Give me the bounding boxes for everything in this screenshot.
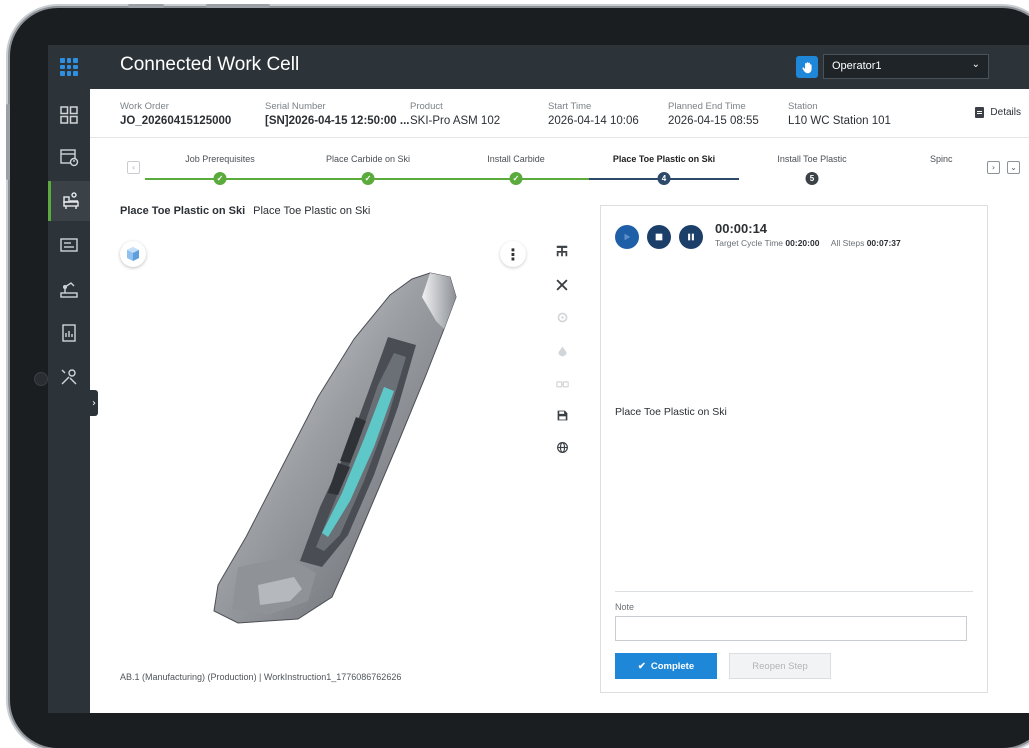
instruction-panel: 00:00:14 Target Cycle Time 00:20:00 All … — [600, 205, 988, 693]
instruction-text: Place Toe Plastic on Ski — [615, 406, 727, 418]
breadcrumb-title: Place Toe Plastic on Ski — [253, 205, 371, 217]
side-button — [6, 104, 10, 180]
work-instruction-footer: AB.1 (Manufacturing) (Production) | Work… — [120, 672, 402, 682]
serial-value: [SN]2026-04-15 12:50:00 ... — [265, 115, 410, 127]
checkmark-icon: ✔ — [637, 660, 646, 672]
rail-dashboard-icon[interactable] — [48, 95, 90, 135]
product-value: SKI-Pro ASM 102 — [410, 115, 501, 127]
rail-expand-chevron-icon[interactable]: › — [90, 390, 98, 416]
steps-dropdown-chevron-icon[interactable]: ⌄ — [1007, 161, 1020, 174]
elapsed-time: 00:00:14 — [715, 221, 768, 236]
step-6-label[interactable]: Spinc — [930, 154, 956, 164]
material-icon — [552, 341, 572, 361]
step-5-label[interactable]: Install Toe Plastic — [777, 154, 846, 164]
work-order-value: JO_20260415125000 — [120, 115, 232, 127]
step-tracker: ‹ Job Prerequisites ✓ Place Carbide on S… — [90, 138, 1029, 188]
station-field: Station L10 WC Station 101 — [788, 101, 891, 127]
work-order-field: Work Order JO_20260415125000 — [120, 101, 231, 127]
steps-prev-chevron-icon[interactable]: ‹ — [127, 161, 140, 174]
planned-end-field: Planned End Time 2026-04-15 08:55 — [668, 101, 759, 127]
step-3-label[interactable]: Install Carbide — [487, 154, 545, 164]
panel-divider — [615, 591, 973, 592]
planned-end-value: 2026-04-15 08:55 — [668, 115, 759, 127]
start-time-label: Start Time — [548, 101, 592, 112]
step-5-number[interactable]: 5 — [805, 172, 819, 185]
structure-icon[interactable] — [552, 241, 572, 261]
product-label: Product — [410, 101, 443, 112]
steps-next-chevron-icon[interactable]: › — [987, 161, 1000, 174]
app-title: Connected Work Cell — [120, 54, 300, 75]
complete-button[interactable]: ✔ Complete — [615, 653, 717, 679]
all-steps-value: 00:07:37 — [866, 238, 901, 248]
ski-3d-model[interactable] — [198, 267, 478, 627]
globe-icon[interactable] — [552, 437, 572, 457]
start-time-field: Start Time 2026-04-14 10:06 — [548, 101, 639, 127]
screen: Connected Work Cell Operator1 ⌄ › Work O… — [48, 45, 1029, 713]
target-cycle-value: 00:20:00 — [785, 238, 820, 248]
operator-name: Operator1 — [832, 60, 882, 72]
play-button[interactable] — [615, 225, 639, 249]
station-label: Station — [788, 101, 818, 112]
serial-field: Serial Number [SN]2026-04-15 12:50:00 ..… — [265, 101, 409, 127]
details-button[interactable]: Details — [975, 107, 1021, 118]
work-order-label: Work Order — [120, 101, 169, 112]
settings-icon — [552, 307, 572, 327]
view-cube-icon[interactable] — [120, 241, 146, 267]
more-options-icon[interactable]: ⋮ — [500, 241, 526, 267]
safety-glasses-icon — [552, 373, 572, 393]
save-icon[interactable] — [552, 405, 572, 425]
station-value: L10 WC Station 101 — [788, 115, 891, 127]
left-rail — [48, 89, 90, 713]
breadcrumb: Place Toe Plastic on Ski Place Toe Plasti… — [120, 205, 370, 217]
rail-robot-icon[interactable] — [48, 269, 90, 309]
all-steps-label: All Steps — [830, 238, 865, 248]
target-cycle-label: Target Cycle Time — [715, 238, 784, 248]
rail-report-icon[interactable] — [48, 313, 90, 353]
pause-button[interactable] — [679, 225, 703, 249]
step-1-label[interactable]: Job Prerequisites — [185, 154, 255, 164]
rail-schedule-icon[interactable] — [48, 137, 90, 177]
planned-end-label: Planned End Time — [668, 101, 746, 112]
operator-select[interactable]: Operator1 ⌄ — [823, 54, 989, 79]
step-4-label[interactable]: Place Toe Plastic on Ski — [613, 154, 715, 164]
step-4-number[interactable]: 4 — [657, 172, 671, 185]
power-button — [206, 4, 270, 8]
step-2-label[interactable]: Place Carbide on Ski — [326, 154, 410, 164]
details-label: Details — [990, 107, 1021, 118]
cycle-timer: 00:00:14 Target Cycle Time 00:20:00 All … — [715, 221, 901, 248]
stop-button[interactable] — [647, 225, 671, 249]
apps-grid-icon[interactable] — [48, 45, 90, 89]
breadcrumb-step: Place Toe Plastic on Ski — [120, 205, 246, 217]
rail-terminal-icon[interactable] — [48, 225, 90, 265]
work-order-header: Work Order JO_20260415125000 Serial Numb… — [90, 89, 1029, 138]
timer-details: Target Cycle Time 00:20:00 All Steps 00:… — [715, 238, 901, 248]
note-input[interactable] — [615, 616, 967, 641]
camera — [34, 372, 48, 386]
note-label: Note — [615, 602, 635, 612]
tools-icon[interactable] — [552, 275, 572, 295]
volume-button — [128, 4, 164, 8]
step-2-check-icon[interactable]: ✓ — [361, 172, 375, 185]
top-bar: Connected Work Cell Operator1 ⌄ — [48, 45, 1029, 89]
rail-tools-icon[interactable] — [48, 357, 90, 397]
document-icon — [975, 107, 985, 118]
step-3-check-icon[interactable]: ✓ — [509, 172, 523, 185]
step-1-check-icon[interactable]: ✓ — [213, 172, 227, 185]
reopen-step-button: Reopen Step — [729, 653, 831, 679]
hand-icon[interactable] — [796, 56, 818, 78]
complete-label: Complete — [650, 660, 695, 672]
rail-work-cell-icon[interactable] — [48, 181, 90, 221]
start-time-value: 2026-04-14 10:06 — [548, 115, 639, 127]
chevron-down-icon: ⌄ — [971, 59, 980, 70]
product-field: Product SKI-Pro ASM 102 — [410, 101, 500, 127]
serial-label: Serial Number — [265, 101, 326, 112]
